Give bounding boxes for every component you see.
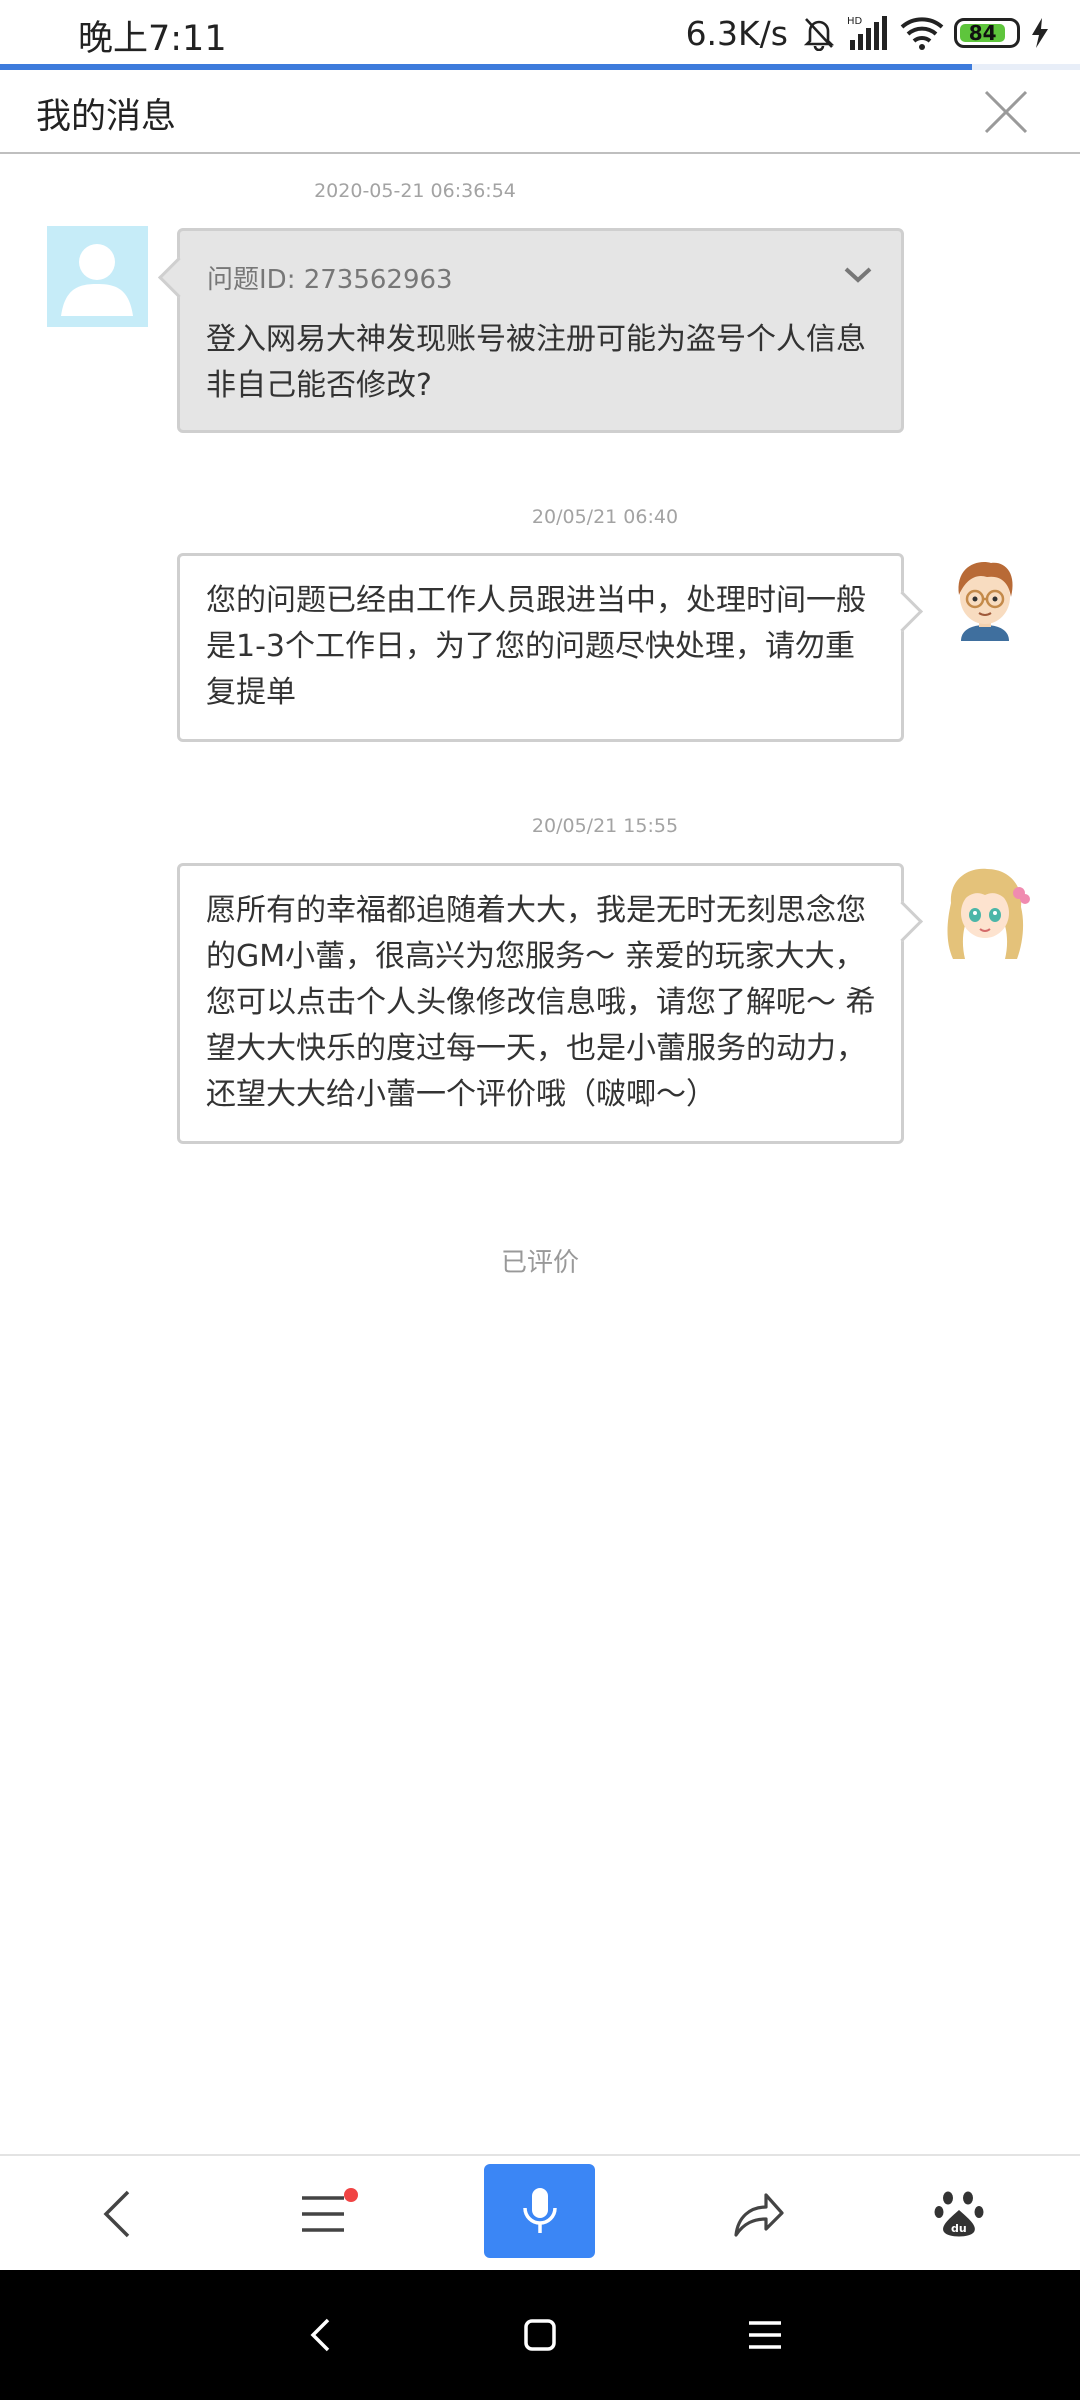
nav-home-button[interactable] [500,2295,580,2375]
back-button[interactable] [62,2156,172,2272]
battery-icon: 84 [954,18,1020,48]
message-timestamp: 20/05/21 15:55 [531,815,679,837]
chevron-down-icon[interactable] [843,265,873,285]
battery-level: 84 [960,21,1006,45]
svg-text:du: du [951,2222,967,2235]
user-avatar[interactable] [47,226,148,327]
question-text: 登入网易大神发现账号被注册可能为盗号个人信息非自己能否修改? [206,322,866,403]
notification-dot [344,2188,358,2202]
back-icon [103,2190,130,2238]
nav-recents-icon [749,2321,781,2349]
nav-home-icon [524,2319,556,2351]
gm-avatar-boy[interactable] [935,553,1035,653]
baidu-paw-icon: du [934,2191,984,2237]
status-icons: 6.3K/s HD 84 [686,8,1050,58]
reply-bubble: 您的问题已经由工作人员跟进当中，处理时间一般是1-3个工作日，为了您的问题尽快处… [177,553,904,742]
nav-recents-button[interactable] [725,2295,805,2375]
message-timestamp: 2020-05-21 06:36:54 [314,180,516,202]
header: 我的消息 [0,70,1080,154]
nav-back-button[interactable] [280,2295,360,2375]
charging-icon [1032,18,1048,48]
default-avatar-icon [47,226,148,327]
share-icon [734,2193,784,2237]
wifi-icon [900,17,944,50]
rated-label: 已评价 [500,1248,579,1278]
svg-text:HD: HD [847,16,863,27]
menu-button[interactable] [268,2156,378,2272]
cartoon-girl-avatar-icon [947,868,1030,959]
system-navigation-bar [0,2270,1080,2400]
reply-text: 愿所有的幸福都追随着大大，我是无时无刻思念您的GM小蕾，很高兴为您服务～ 亲爱的… [206,893,876,1112]
hd-signal-icon: HD [847,16,887,50]
message-timestamp: 20/05/21 06:40 [531,506,679,528]
nav-back-icon [310,2318,330,2352]
menu-icon [302,2196,344,2232]
voice-search-button[interactable] [484,2164,595,2258]
close-icon[interactable] [978,84,1034,140]
baidu-button[interactable]: du [904,2156,1014,2272]
bell-off-icon [803,18,835,51]
question-id: 问题ID: 273562963 [207,265,453,295]
net-speed: 6.3K/s [685,13,788,53]
share-button[interactable] [703,2156,813,2272]
browser-toolbar: du [0,2154,1080,2270]
gm-avatar-girl[interactable] [935,863,1035,963]
cartoon-boy-avatar-icon [958,562,1013,641]
page-title: 我的消息 [36,97,177,137]
status-time: 晚上7:11 [78,19,227,59]
reply-text: 您的问题已经由工作人员跟进当中，处理时间一般是1-3个工作日，为了您的问题尽快处… [206,583,866,710]
microphone-icon [522,2188,557,2233]
status-bar: 晚上7:11 6.3K/s HD 84 [0,0,1080,66]
reply-bubble: 愿所有的幸福都追随着大大，我是无时无刻思念您的GM小蕾，很高兴为您服务～ 亲爱的… [177,863,904,1144]
question-bubble[interactable]: 问题ID: 273562963 登入网易大神发现账号被注册可能为盗号个人信息非自… [177,228,904,433]
